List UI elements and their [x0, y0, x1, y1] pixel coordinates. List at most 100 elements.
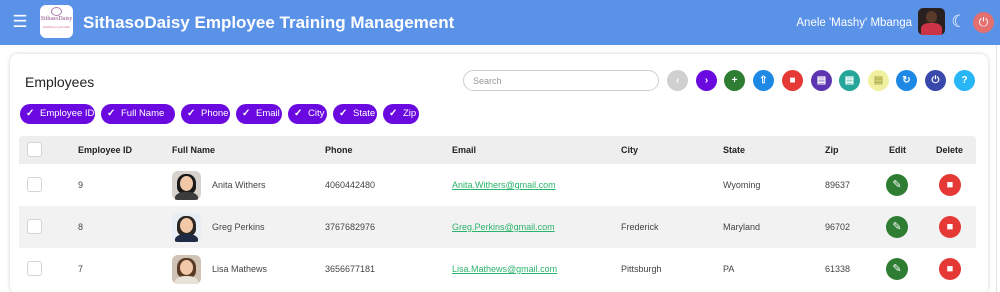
cell-email-link[interactable]: Anita.Withers@gmail.com	[452, 164, 556, 206]
column-chip[interactable]: ✓ City	[288, 104, 327, 124]
cell-full-name: Greg Perkins	[212, 222, 265, 232]
column-chip[interactable]: ✓ Email	[236, 104, 282, 124]
cell-zip: 61338	[825, 264, 851, 274]
chip-label: Zip	[403, 108, 417, 119]
delete-all-button[interactable]: ■	[782, 70, 803, 91]
pdf-button[interactable]: ▤	[811, 70, 832, 91]
hamburger-menu-icon[interactable]: ☰	[10, 12, 30, 32]
cell-employee-id: 7	[78, 264, 84, 274]
refresh-button[interactable]: ↻	[896, 70, 917, 91]
row-checkbox[interactable]	[27, 177, 42, 192]
check-icon: ✓	[294, 108, 303, 119]
photo-face	[180, 176, 193, 191]
search-input[interactable]	[463, 70, 659, 91]
col-header-phone[interactable]: Phone	[325, 136, 353, 164]
avatar-head	[926, 11, 937, 23]
cell-zip: 96702	[825, 222, 851, 232]
col-header-employee-id[interactable]: Employee ID	[78, 136, 132, 164]
check-icon: ✓	[242, 108, 251, 119]
chip-label: Employee ID	[40, 108, 95, 119]
check-icon: ✓	[107, 108, 116, 119]
photo-body	[175, 234, 198, 242]
delete-trash-icon[interactable]: ■	[939, 258, 961, 280]
cell-email-link[interactable]: Lisa.Mathews@gmail.com	[452, 248, 557, 290]
photo-face	[180, 218, 193, 233]
edit-pencil-icon[interactable]: ✎	[886, 258, 908, 280]
employees-card: Employees ✓ Employee ID ✓ Full Name ✓ Phone ✓ E…	[10, 54, 988, 292]
col-header-delete: Delete	[936, 145, 964, 155]
table-header: Employee ID Full Name Phone Email City S…	[19, 136, 976, 164]
prev-page-button[interactable]: ‹	[667, 70, 688, 91]
check-icon: ✓	[26, 108, 35, 119]
user-avatar[interactable]	[918, 8, 945, 35]
cell-phone: 4060442480	[325, 180, 376, 190]
cell-state: Wyoming	[723, 180, 761, 190]
chip-label: Full Name	[121, 108, 165, 119]
col-header-zip[interactable]: Zip	[825, 136, 839, 164]
cell-zip: 89637	[825, 180, 851, 190]
cell-full-name: Lisa Mathews	[212, 264, 268, 274]
cell-city: Pittsburgh	[621, 264, 662, 274]
next-page-button[interactable]: ›	[696, 70, 717, 91]
column-chip[interactable]: ✓ Full Name	[101, 104, 175, 124]
table-row[interactable]: 8 Greg Perkins 3767682976 Greg.Perkins@gmai…	[19, 206, 976, 248]
app-logo[interactable]: SithasoDaisy building is possible	[40, 5, 73, 38]
column-chip[interactable]: ✓ Zip	[383, 104, 419, 124]
scrollbar-track[interactable]	[996, 45, 1000, 292]
col-header-email[interactable]: Email	[452, 136, 476, 164]
row-checkbox[interactable]	[27, 219, 42, 234]
table-row[interactable]: 7 Lisa Mathews 3656677181 Lisa.Mathews@gmai…	[19, 248, 976, 290]
power-button[interactable]: ⏻	[925, 70, 946, 91]
column-chip[interactable]: ✓ Phone	[181, 104, 230, 124]
photo-face	[180, 260, 193, 275]
employee-photo	[172, 213, 201, 242]
photo-body	[175, 276, 198, 284]
cell-state: PA	[723, 264, 735, 274]
logo-swirl-icon	[51, 7, 62, 16]
col-header-full-name[interactable]: Full Name	[172, 136, 215, 164]
chip-label: City	[308, 108, 325, 119]
photo-body	[175, 192, 198, 200]
cell-employee-id: 8	[78, 222, 84, 232]
employee-photo	[172, 171, 201, 200]
upload-button[interactable]: ⇧	[753, 70, 774, 91]
app-title: SithasoDaisy Employee Training Managemen…	[83, 13, 455, 32]
card-title: Employees	[25, 74, 95, 90]
excel-button[interactable]: ▤	[839, 70, 860, 91]
check-icon: ✓	[389, 108, 398, 119]
employee-photo	[172, 255, 201, 284]
chip-label: State	[353, 108, 376, 119]
logout-power-icon[interactable]: ⏻	[973, 12, 994, 33]
delete-trash-icon[interactable]: ■	[939, 216, 961, 238]
cell-employee-id: 9	[78, 180, 84, 190]
check-icon: ✓	[187, 108, 196, 119]
user-name[interactable]: Anele 'Mashy' Mbanga	[760, 16, 912, 30]
cell-email-link[interactable]: Greg.Perkins@gmail.com	[452, 206, 555, 248]
add-button[interactable]: +	[724, 70, 745, 91]
cell-full-name: Anita Withers	[212, 180, 266, 190]
logo-name: SithasoDaisy	[40, 16, 73, 22]
moon-icon[interactable]: ☾	[949, 12, 969, 32]
col-header-state[interactable]: State	[723, 136, 745, 164]
avatar-body	[921, 23, 942, 35]
cell-state: Maryland	[723, 222, 761, 232]
csv-button[interactable]: ▤	[868, 70, 889, 91]
table-row[interactable]: 9 Anita Withers 4060442480 Anita.Withers@gm…	[19, 164, 976, 206]
column-chip[interactable]: ✓ State	[333, 104, 377, 124]
column-chip[interactable]: ✓ Employee ID	[20, 104, 95, 124]
col-header-city[interactable]: City	[621, 136, 638, 164]
cell-phone: 3656677181	[325, 264, 376, 274]
help-button[interactable]: ?	[954, 70, 975, 91]
col-header-edit: Edit	[889, 145, 906, 155]
select-all-checkbox[interactable]	[27, 142, 42, 157]
delete-trash-icon[interactable]: ■	[939, 174, 961, 196]
cell-city: Frederick	[621, 222, 659, 232]
edit-pencil-icon[interactable]: ✎	[886, 216, 908, 238]
cell-phone: 3767682976	[325, 222, 376, 232]
row-checkbox[interactable]	[27, 261, 42, 276]
logo-tagline: building is possible	[42, 25, 71, 29]
check-icon: ✓	[339, 108, 348, 119]
edit-pencil-icon[interactable]: ✎	[886, 174, 908, 196]
app-bar: ☰ SithasoDaisy building is possible Sith…	[0, 0, 1000, 45]
chip-label: Phone	[201, 108, 229, 119]
